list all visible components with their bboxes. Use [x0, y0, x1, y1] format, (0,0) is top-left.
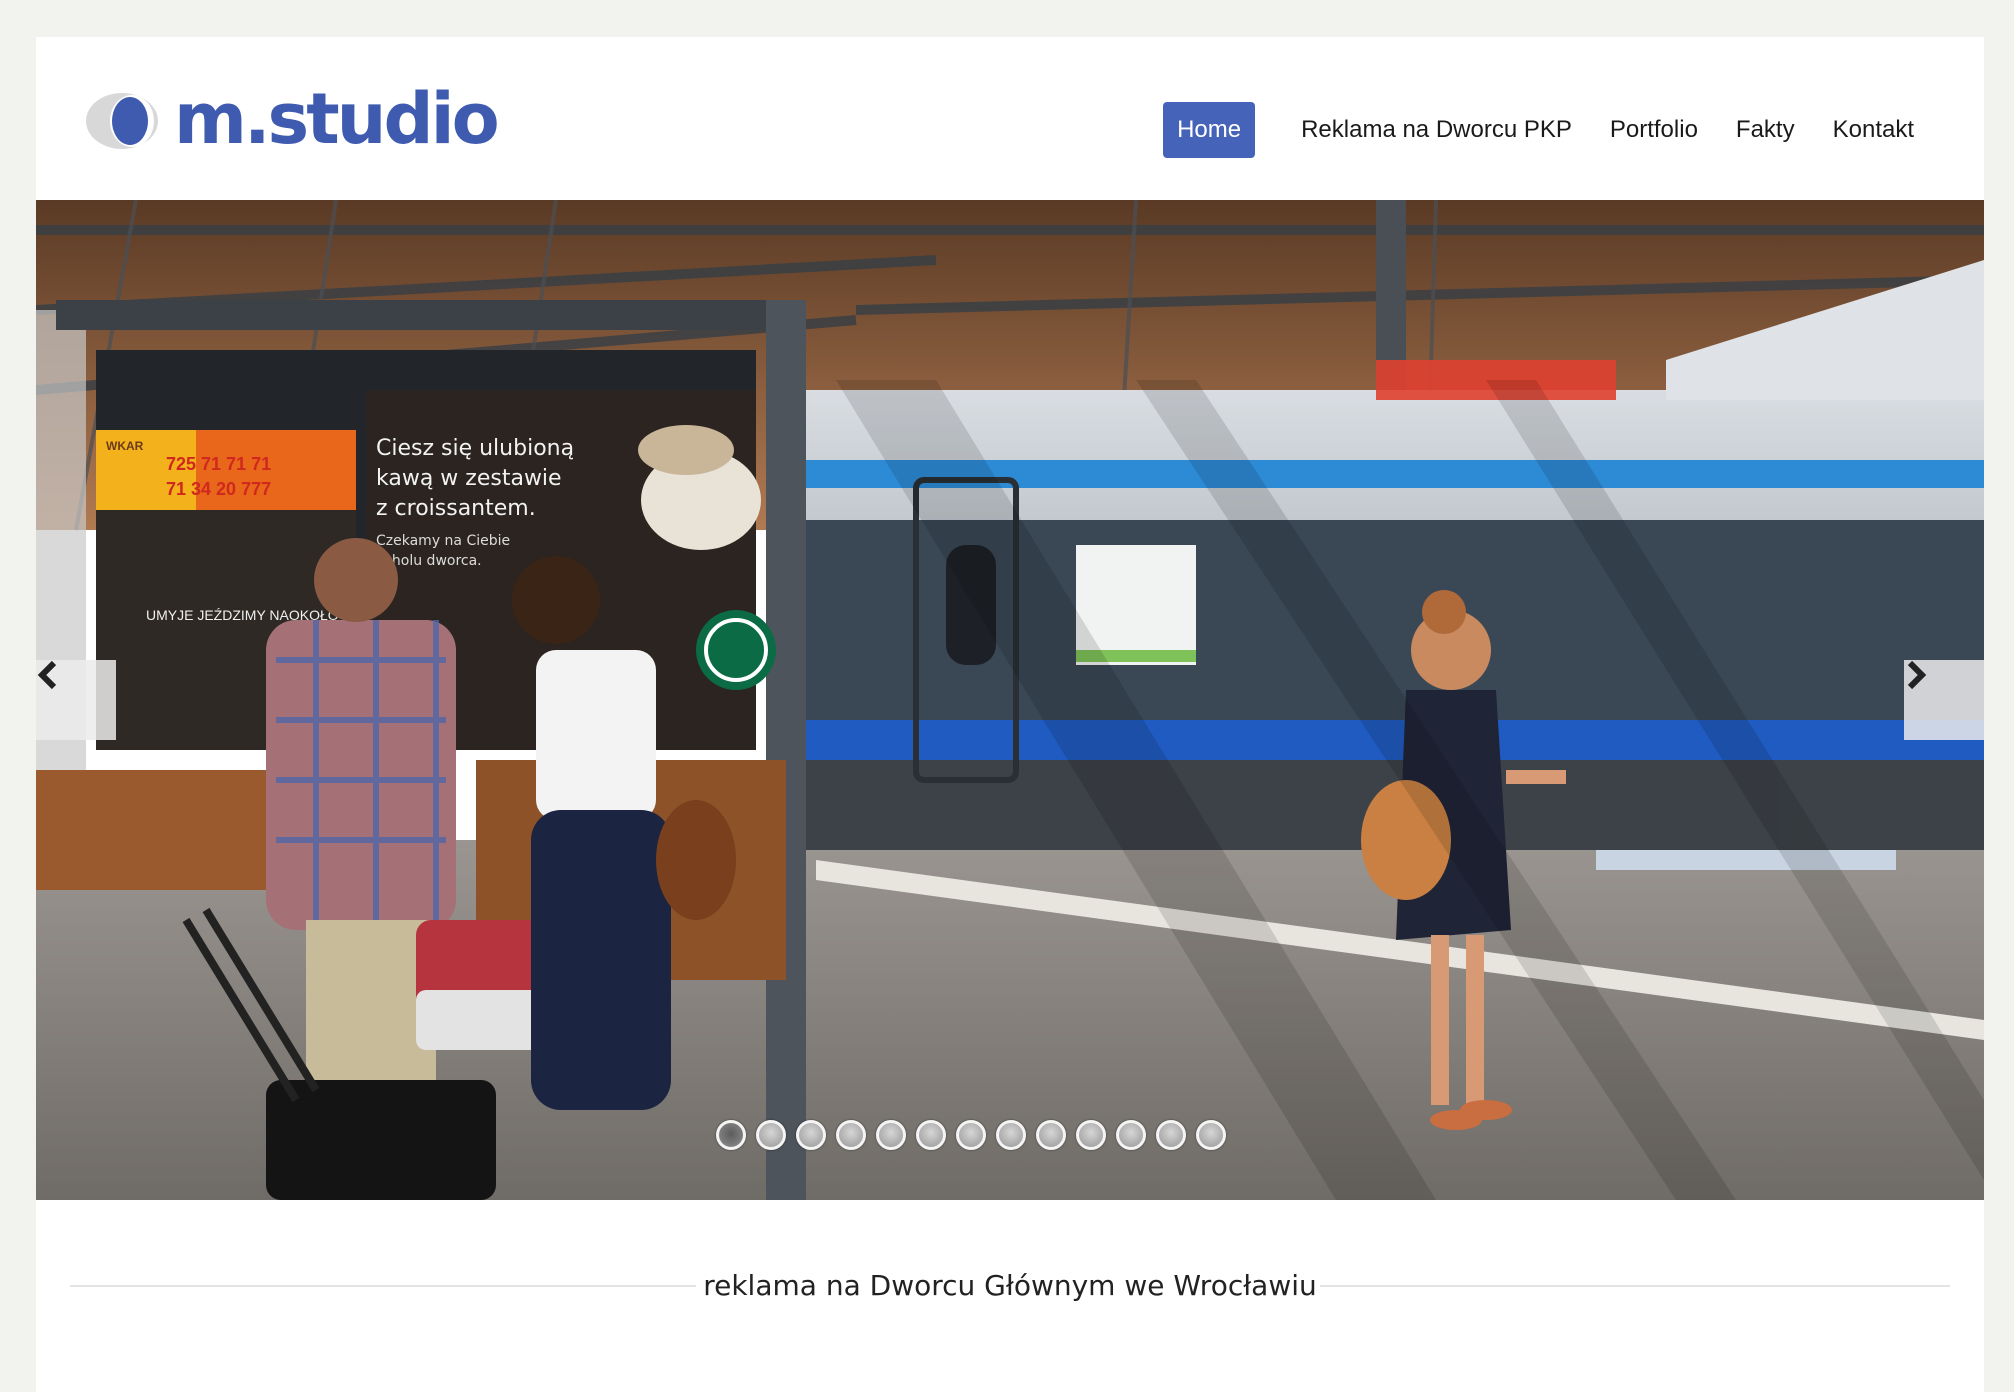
- slider-dot[interactable]: [1196, 1120, 1226, 1150]
- slider-prev-button[interactable]: [36, 660, 116, 740]
- nav-item-portfolio[interactable]: Portfolio: [1596, 102, 1712, 158]
- ad-phone-2: 71 34 20 777: [166, 479, 271, 499]
- slider-dot[interactable]: [876, 1120, 906, 1150]
- logo-text: m.studio: [174, 78, 500, 160]
- slider-pagination: [716, 1120, 1226, 1150]
- slider-dot[interactable]: [1036, 1120, 1066, 1150]
- slider-dot[interactable]: [756, 1120, 786, 1150]
- slider-next-button[interactable]: [1904, 660, 1984, 740]
- site-logo[interactable]: m.studio: [84, 79, 524, 159]
- chevron-left-icon: [37, 660, 57, 690]
- slide-image: 725 71 71 71 71 34 20 777 WKAR UMYJE JEŹ…: [36, 200, 1984, 1200]
- ad-left-brand: WKAR: [106, 439, 144, 453]
- section-heading: reklama na Dworcu Głównym we Wrocławiu: [70, 1265, 1950, 1305]
- nav-item-reklama[interactable]: Reklama na Dworcu PKP: [1287, 102, 1586, 158]
- logo-mark-icon: [86, 93, 158, 149]
- chevron-right-icon: [1907, 660, 1927, 690]
- nav-item-fakty[interactable]: Fakty: [1722, 102, 1809, 158]
- nav-item-kontakt[interactable]: Kontakt: [1819, 102, 1928, 158]
- slider-dot[interactable]: [716, 1120, 746, 1150]
- slider-dot[interactable]: [1076, 1120, 1106, 1150]
- slider-dot[interactable]: [836, 1120, 866, 1150]
- ad-coffee-line-1: Ciesz się ulubioną: [376, 436, 574, 461]
- ad-coffee-line-3: z croissantem.: [376, 496, 536, 521]
- slider-dot[interactable]: [1116, 1120, 1146, 1150]
- slider-dot[interactable]: [916, 1120, 946, 1150]
- ad-coffee-line-4: Czekamy na Ciebie: [376, 533, 510, 549]
- slider-dot[interactable]: [996, 1120, 1026, 1150]
- main-navigation: Home Reklama na Dworcu PKP Portfolio Fak…: [1163, 102, 1928, 158]
- slider-dot[interactable]: [796, 1120, 826, 1150]
- ad-phone-1: 725 71 71 71: [166, 454, 271, 474]
- nav-item-home[interactable]: Home: [1163, 102, 1256, 158]
- hero-slider[interactable]: 725 71 71 71 71 34 20 777 WKAR UMYJE JEŹ…: [36, 200, 1984, 1200]
- slider-dot[interactable]: [1156, 1120, 1186, 1150]
- heading-divider-right: [1320, 1285, 1950, 1287]
- ad-coffee-line-2: kawą w zestawie: [376, 466, 562, 491]
- slider-dot[interactable]: [956, 1120, 986, 1150]
- page-container: m.studio Home Reklama na Dworcu PKP Port…: [36, 37, 1984, 1392]
